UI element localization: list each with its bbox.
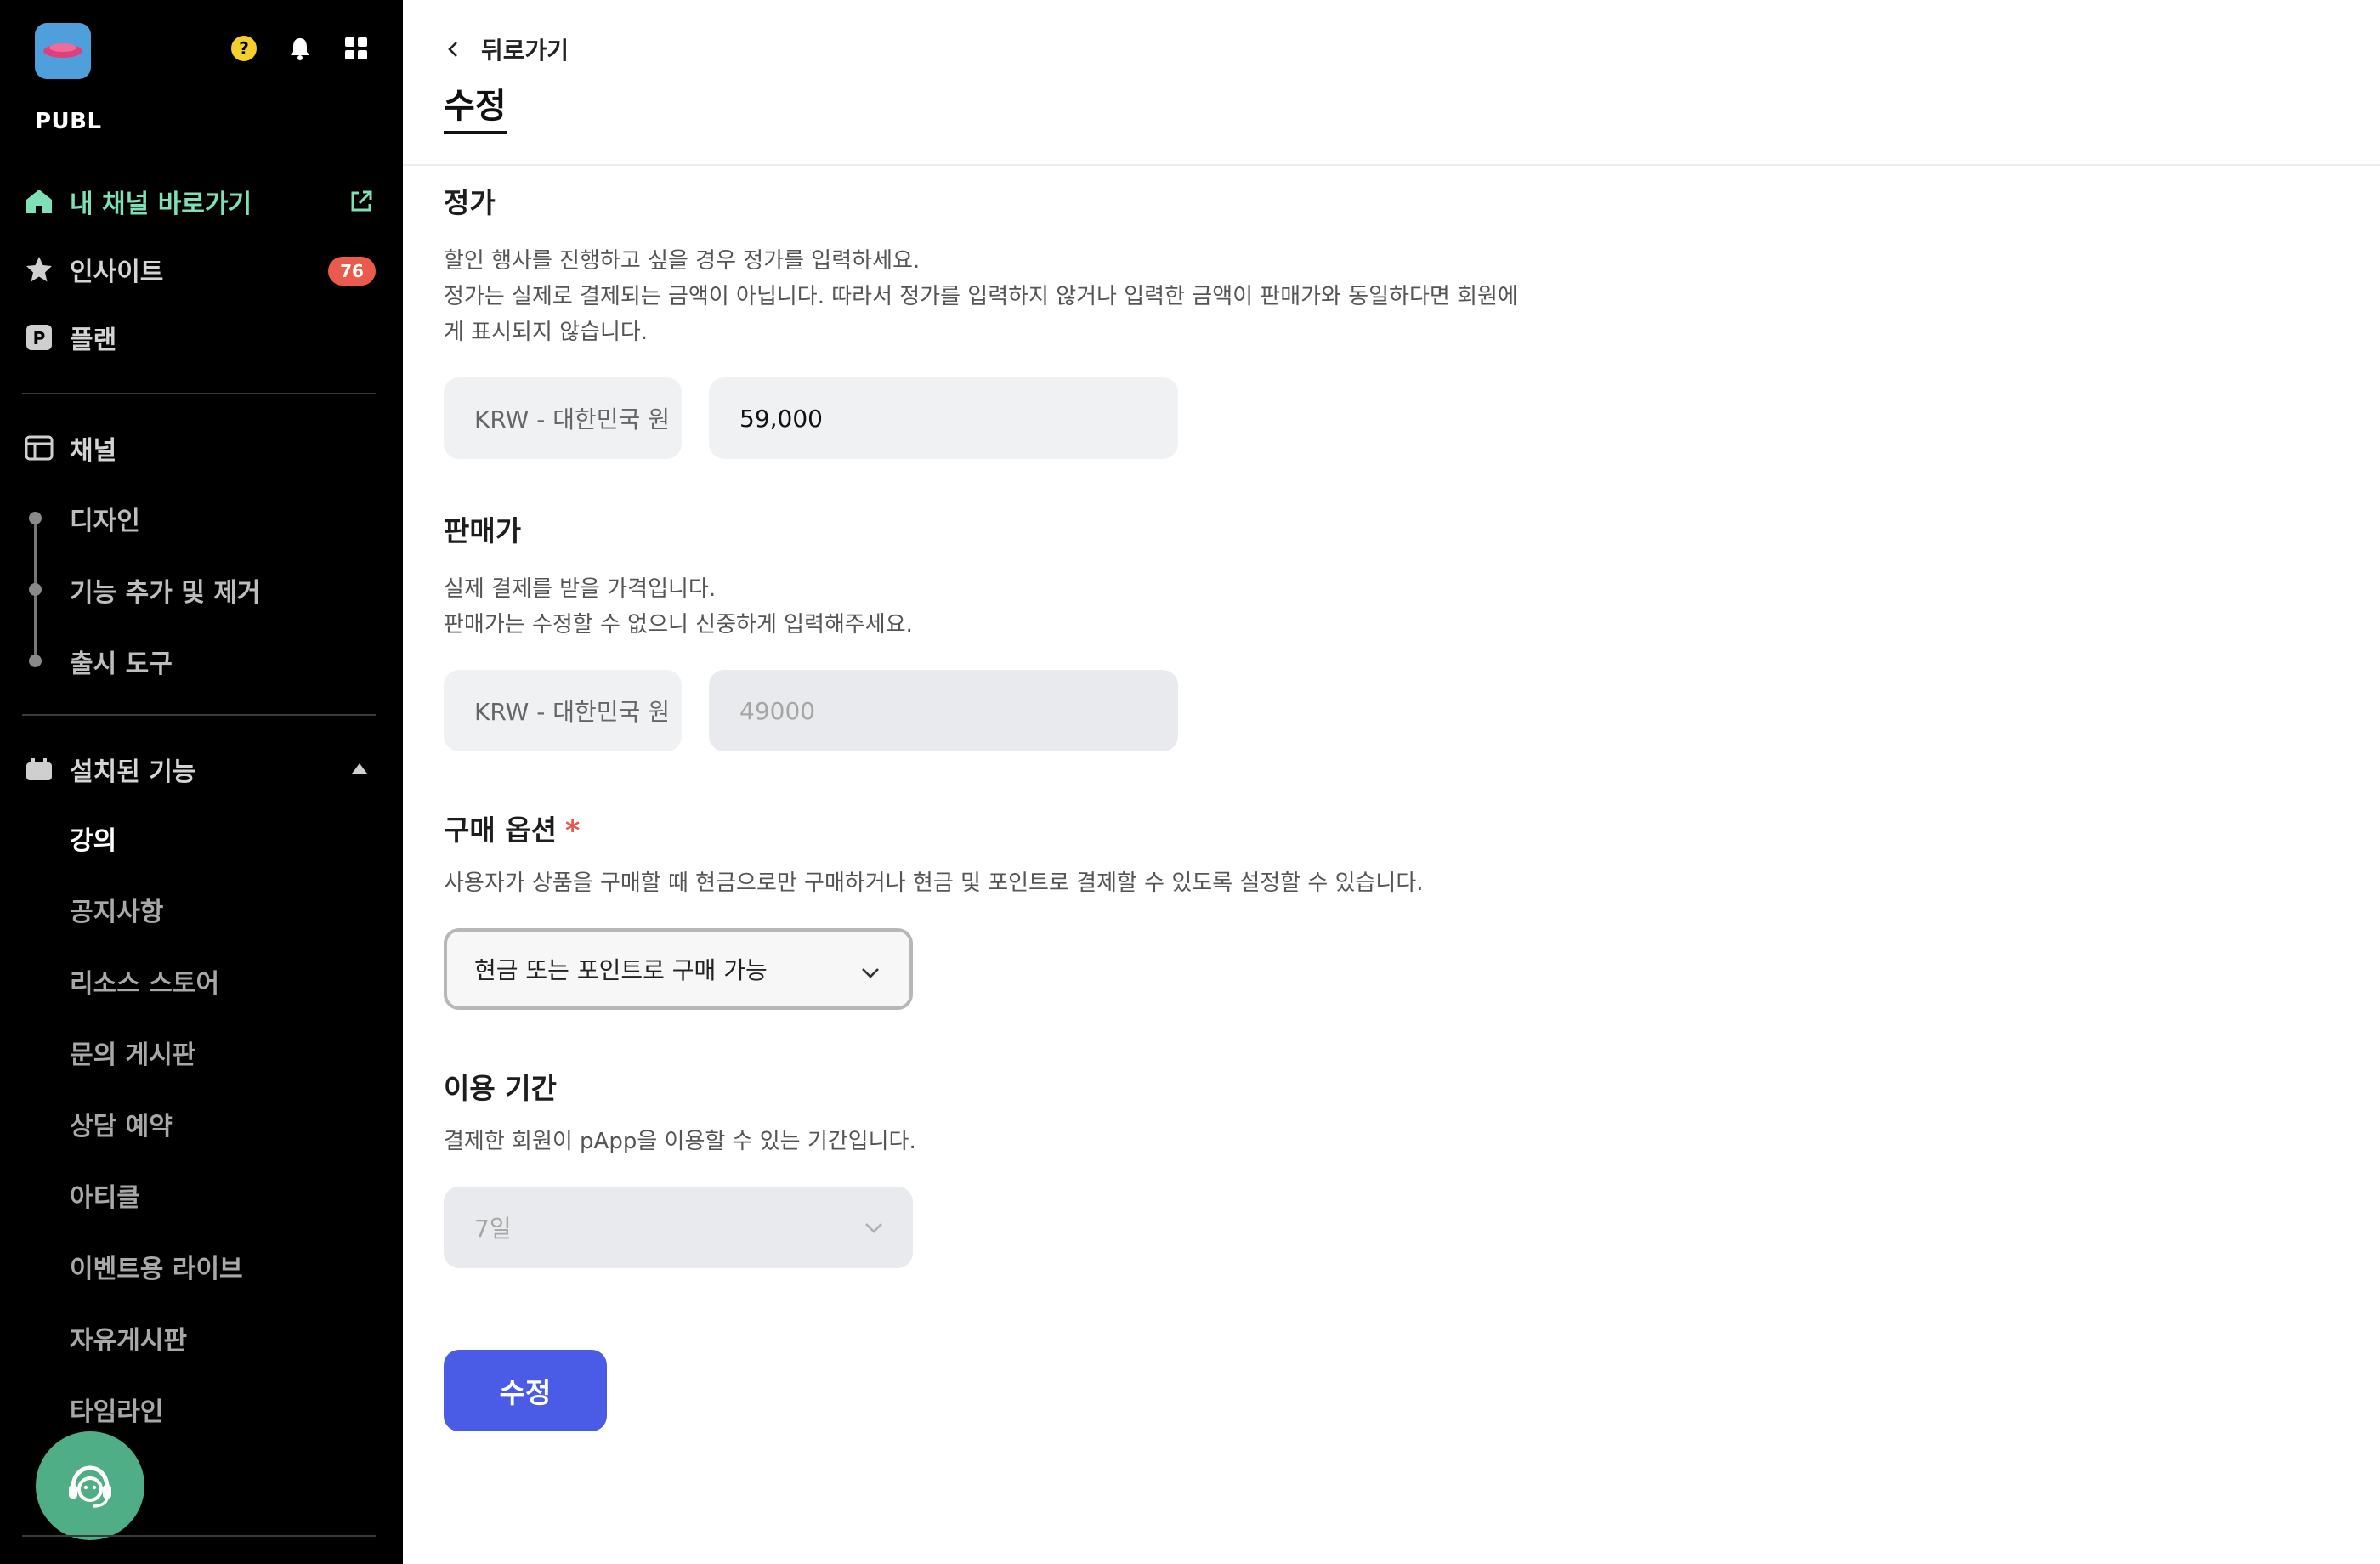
- support-chat-button[interactable]: [36, 1431, 144, 1540]
- headset-icon: [69, 1465, 111, 1508]
- sidebar-item-inquiry-board[interactable]: 문의 게시판: [70, 1034, 196, 1071]
- nav-plan[interactable]: P 플랜: [24, 316, 116, 359]
- main-content: 뒤로가기 수정 정가 할인 행사를 진행하고 싶을 경우 정가를 입력하세요. …: [403, 0, 2380, 1564]
- required-mark: *: [564, 813, 581, 847]
- list-price-input[interactable]: 59,000: [709, 377, 1178, 459]
- chevron-down-icon: [865, 1223, 882, 1233]
- bell-icon[interactable]: [286, 34, 314, 63]
- external-link-icon[interactable]: [348, 189, 374, 214]
- logo-icon: [43, 43, 82, 58]
- purchase-option-select[interactable]: 현금 또는 포인트로 구매 가능: [444, 928, 913, 1010]
- desc-line: 정가는 실제로 결제되는 금액이 아닙니다. 따라서 정가를 입력하지 않거나 …: [444, 284, 1518, 309]
- nav-installed-label: 설치된 기능: [70, 757, 196, 787]
- period-desc: 결제한 회원이 pApp을 이용할 수 있는 기간입니다.: [444, 1129, 916, 1154]
- sub-dot: [29, 512, 42, 524]
- desc-line: 게 표시되지 않습니다.: [444, 320, 649, 345]
- insight-count-badge: 76: [328, 257, 376, 286]
- layout-icon: [24, 433, 54, 463]
- desc-line: 실제 결제를 받을 가격입니다.: [444, 576, 717, 602]
- sidebar-item-timeline[interactable]: 타임라인: [70, 1391, 163, 1428]
- sidebar-item-event-live[interactable]: 이벤트용 라이브: [70, 1248, 243, 1285]
- sidebar-divider: [22, 714, 376, 716]
- sidebar-item-article[interactable]: 아티클: [70, 1176, 140, 1214]
- desc-line: 판매가는 수정할 수 없으니 신중하게 입력해주세요.: [444, 612, 913, 638]
- sub-dot: [29, 583, 42, 596]
- brand-name: PUBL: [35, 109, 102, 134]
- svg-text:P: P: [33, 328, 46, 348]
- sub-dot: [29, 654, 42, 667]
- sale-price-desc: 실제 결제를 받을 가격입니다. 판매가는 수정할 수 없으니 신중하게 입력해…: [444, 571, 913, 643]
- submit-edit-button[interactable]: 수정: [444, 1350, 607, 1431]
- star-icon: [24, 254, 54, 285]
- list-price-desc: 할인 행사를 진행하고 싶을 경우 정가를 입력하세요. 정가는 실제로 결제되…: [444, 243, 1518, 350]
- back-label: 뒤로가기: [481, 37, 570, 65]
- sidebar-divider: [22, 1535, 376, 1537]
- desc-line: 할인 행사를 진행하고 싶을 경우 정가를 입력하세요.: [444, 248, 921, 274]
- purchase-option-title-text: 구매 옵션: [444, 813, 557, 847]
- svg-text:?: ?: [239, 38, 249, 59]
- help-icon[interactable]: ?: [230, 34, 258, 63]
- list-price-title: 정가: [444, 186, 496, 219]
- briefcase-icon: [24, 754, 54, 785]
- purchase-option-title: 구매 옵션 *: [444, 808, 580, 848]
- period-value: 7일: [474, 1215, 512, 1243]
- sale-price-currency-select: KRW - 대한민국 원: [444, 670, 682, 751]
- sidebar-item-consult-booking[interactable]: 상담 예약: [70, 1105, 173, 1142]
- chevron-left-icon: [448, 42, 457, 57]
- purchase-option-desc: 사용자가 상품을 구매할 때 현금으로만 구매하거나 현금 및 포인트로 결제할…: [444, 870, 1424, 896]
- nav-my-channel-label: 내 채널 바로가기: [70, 190, 252, 219]
- plan-icon: P: [24, 322, 54, 353]
- period-title: 이용 기간: [444, 1072, 557, 1105]
- nav-insight-label: 인사이트: [70, 258, 164, 287]
- home-icon: [24, 186, 54, 217]
- header-divider: [403, 164, 2380, 166]
- period-select: 7일: [444, 1187, 913, 1268]
- page-title: 수정: [444, 78, 507, 134]
- nav-channel[interactable]: 채널: [24, 427, 116, 469]
- purchase-option-value: 현금 또는 포인트로 구매 가능: [474, 956, 768, 984]
- sale-price-title: 판매가: [444, 514, 522, 547]
- sidebar: ? PUBL 내 채널 바로가기 인사이트 76 P 플랜 채널 디자인 기능 …: [0, 0, 403, 1564]
- list-price-currency-select[interactable]: KRW - 대한민국 원: [444, 377, 682, 459]
- sidebar-item-design[interactable]: 디자인: [70, 500, 140, 537]
- nav-channel-label: 채널: [70, 436, 117, 466]
- sidebar-item-free-board[interactable]: 자유게시판: [70, 1319, 187, 1357]
- sidebar-item-lecture[interactable]: 강의: [70, 819, 116, 857]
- sidebar-item-feature-manage[interactable]: 기능 추가 및 제거: [70, 571, 261, 609]
- nav-insight[interactable]: 인사이트: [24, 248, 163, 291]
- back-button[interactable]: 뒤로가기: [444, 32, 569, 66]
- sidebar-item-notice[interactable]: 공지사항: [70, 891, 163, 928]
- sidebar-item-resource-store[interactable]: 리소스 스토어: [70, 962, 219, 1000]
- collapse-caret-icon[interactable]: [352, 763, 367, 774]
- nav-installed-features[interactable]: 설치된 기능: [24, 748, 196, 790]
- nav-plan-label: 플랜: [70, 326, 117, 355]
- sidebar-divider: [22, 393, 376, 394]
- nav-my-channel[interactable]: 내 채널 바로가기: [24, 180, 252, 223]
- app-logo[interactable]: [35, 23, 91, 79]
- apps-grid-icon[interactable]: [342, 34, 371, 63]
- sale-price-input: 49000: [709, 670, 1178, 751]
- sidebar-item-launch-tools[interactable]: 출시 도구: [70, 643, 173, 680]
- chevron-down-icon: [862, 968, 879, 978]
